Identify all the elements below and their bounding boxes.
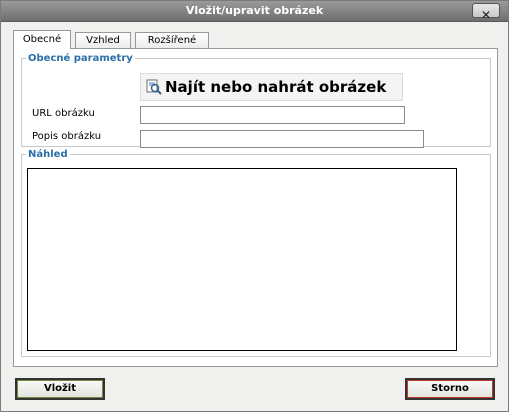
image-url-label: URL obrázku [32, 108, 95, 119]
tab-advanced[interactable]: Rozšířené [135, 32, 209, 48]
tab-general[interactable]: Obecné [13, 30, 71, 49]
image-description-label: Popis obrázku [32, 131, 102, 142]
general-parameters-group: Obecné parametry Najít nebo nahrát obráz… [21, 53, 491, 148]
image-preview-area [27, 168, 457, 351]
image-dialog: Vložit/upravit obrázek ✕ Obecné Vzhled R… [0, 0, 509, 412]
dialog-titlebar[interactable]: Vložit/upravit obrázek ✕ [1, 1, 508, 22]
image-description-input[interactable] [140, 130, 424, 148]
tab-appearance[interactable]: Vzhled [75, 32, 131, 48]
insert-button[interactable]: Vložit [15, 378, 105, 400]
preview-legend: Náhled [28, 149, 68, 160]
dialog-title: Vložit/upravit obrázek [185, 4, 324, 17]
magnifier-image-icon [146, 79, 162, 95]
image-url-input[interactable] [140, 106, 405, 124]
preview-group: Náhled [21, 149, 491, 357]
close-button[interactable]: ✕ [472, 3, 500, 22]
general-parameters-legend: Obecné parametry [28, 53, 133, 64]
close-icon: ✕ [480, 8, 492, 22]
cancel-button[interactable]: Storno [405, 378, 495, 400]
browse-image-button[interactable]: Najít nebo nahrát obrázek ... [140, 73, 403, 114]
tab-panel-general: Obecné parametry Najít nebo nahrát obráz… [13, 48, 498, 367]
